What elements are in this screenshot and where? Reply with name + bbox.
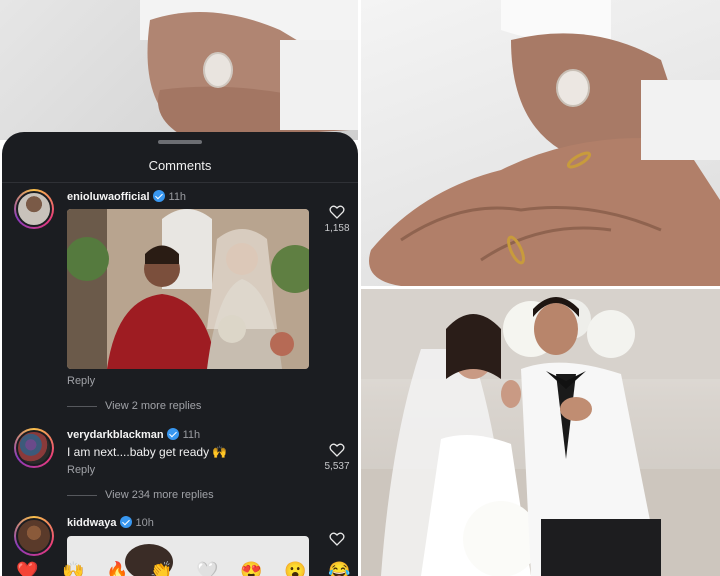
emoji-white-heart[interactable]: 🤍 bbox=[196, 562, 218, 576]
avatar-image bbox=[16, 430, 52, 466]
header-divider bbox=[2, 182, 358, 183]
emoji-heart-eyes[interactable]: 😍 bbox=[240, 562, 262, 576]
like-comment-1[interactable]: 1,158 bbox=[322, 205, 352, 234]
view-more-replies-link[interactable]: View 2 more replies bbox=[67, 400, 201, 412]
username-enioluwaofficial[interactable]: enioluwaofficial bbox=[67, 191, 150, 203]
sheet-drag-handle[interactable] bbox=[158, 140, 202, 144]
comments-sheet: Comments enioluwaofficial 11h Reply View … bbox=[2, 132, 358, 576]
avatar-verydarkblackman[interactable] bbox=[14, 428, 54, 468]
emoji-clap[interactable]: 👏 bbox=[150, 562, 172, 576]
comment-time: 10h bbox=[135, 517, 154, 529]
verified-badge-icon bbox=[166, 428, 179, 440]
comment-3-header: kiddwaya 10h bbox=[67, 516, 154, 529]
comment-gif-image[interactable] bbox=[67, 209, 309, 369]
photo-hands-rings bbox=[361, 0, 720, 286]
gif-church-scene bbox=[67, 209, 309, 369]
username-kiddwaya[interactable]: kiddwaya bbox=[67, 517, 117, 529]
like-count: 1,158 bbox=[324, 223, 350, 234]
avatar-enioluwaofficial[interactable] bbox=[14, 189, 54, 229]
comment-1-header: enioluwaofficial 11h bbox=[67, 190, 186, 203]
emoji-fire[interactable]: 🔥 bbox=[106, 562, 128, 576]
comment-2-header: verydarkblackman 11h bbox=[67, 428, 200, 441]
avatar-image bbox=[16, 191, 52, 227]
view-more-replies-link[interactable]: View 234 more replies bbox=[67, 489, 214, 501]
reply-button[interactable]: Reply bbox=[67, 464, 95, 476]
emoji-reaction-bar: ❤️ 🙌 🔥 👏 🤍 😍 😮 😂 bbox=[0, 560, 358, 576]
hands-illustration bbox=[140, 0, 358, 140]
comment-time: 11h bbox=[168, 191, 187, 203]
reply-button[interactable]: Reply bbox=[67, 375, 95, 387]
comment-text: I am next....baby get ready 🙌 bbox=[67, 445, 228, 459]
comments-title: Comments bbox=[148, 158, 212, 173]
like-comment-2[interactable]: 5,537 bbox=[322, 443, 352, 472]
photo-hands-closeup-left bbox=[0, 0, 358, 140]
heart-icon bbox=[329, 443, 345, 457]
emoji-surprised[interactable]: 😮 bbox=[284, 562, 306, 576]
heart-icon bbox=[329, 532, 345, 546]
emoji-laughing[interactable]: 😂 bbox=[328, 562, 350, 576]
avatar-kiddwaya[interactable] bbox=[14, 516, 54, 556]
like-count: 5,537 bbox=[324, 461, 350, 472]
hands-rings-illustration bbox=[369, 0, 720, 286]
comment-time: 11h bbox=[182, 429, 201, 441]
username-verydarkblackman[interactable]: verydarkblackman bbox=[67, 429, 164, 441]
emoji-raised-hands[interactable]: 🙌 bbox=[62, 562, 84, 576]
photo-wedding-couple bbox=[361, 289, 720, 576]
verified-badge-icon bbox=[152, 190, 165, 202]
like-comment-3[interactable] bbox=[322, 532, 352, 550]
avatar-image bbox=[16, 518, 52, 554]
wedding-illustration bbox=[361, 289, 720, 576]
emoji-heart[interactable]: ❤️ bbox=[16, 562, 38, 576]
heart-icon bbox=[329, 205, 345, 219]
verified-badge-icon bbox=[119, 516, 132, 528]
